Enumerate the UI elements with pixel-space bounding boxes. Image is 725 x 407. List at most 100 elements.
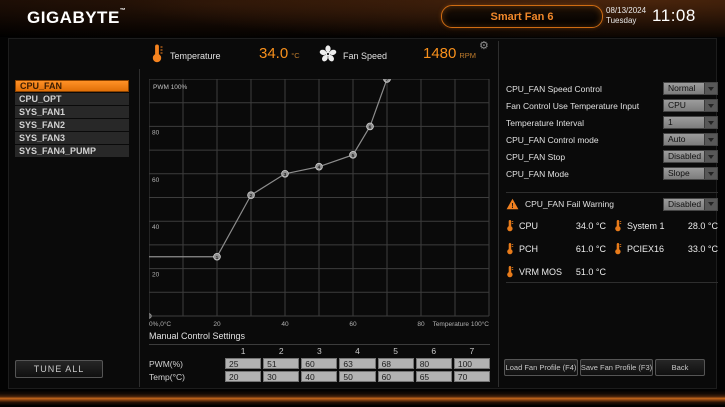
fan-list-item-sys-fan4-pump[interactable]: SYS_FAN4_PUMP [15,145,129,157]
temp-input-5[interactable]: 60 [378,371,414,382]
temp-input-6[interactable]: 65 [416,371,452,382]
column-header: 3 [301,346,337,356]
column-header: 7 [454,346,490,356]
pwm-input-2[interactable]: 51 [263,358,299,369]
x-tick-label: 60 [349,321,357,328]
fan-list-item-cpu-opt[interactable]: CPU_OPT [15,93,129,105]
load-fan-profile-button[interactable]: Load Fan Profile (F4) [504,359,578,376]
fan-curve-point-label: 1 [216,255,219,261]
fan-mode-dropdown[interactable]: Slope [663,167,718,180]
fan-list-item-sys-fan3[interactable]: SYS_FAN3 [15,132,129,144]
date-text: 08/13/2024 [606,6,646,16]
thermometer-icon [150,43,164,64]
fan-speed-value: 1480RPM [423,45,476,62]
temperature-input-dropdown[interactable]: CPU [663,99,718,112]
fan-list-item-sys-fan1[interactable]: SYS_FAN1 [15,106,129,118]
y-tick-label: 80 [152,129,160,136]
fan-curve-point-label: 6 [369,124,372,130]
pwm-input-6[interactable]: 80 [416,358,452,369]
fan-list: CPU_FAN CPU_OPT SYS_FAN1 SYS_FAN2 SYS_FA… [15,80,129,158]
fan-curve-line [149,79,387,257]
pwm-input-5[interactable]: 68 [378,358,414,369]
temp-input-1[interactable]: 20 [225,371,261,382]
speed-control-dropdown[interactable]: Normal [663,82,718,95]
chevron-down-icon [704,83,717,94]
x-axis-label: Temperature 100°C [433,320,490,328]
fan-icon [319,45,337,63]
fan-list-item-sys-fan2[interactable]: SYS_FAN2 [15,119,129,131]
smart-fan-6-screen: GIGABYTE™ Smart Fan 6 08/13/2024 Tuesday… [0,0,725,407]
chevron-down-icon [704,100,717,111]
temp-row-label: Temp(°C) [149,372,223,382]
y-tick-label: 60 [152,177,160,184]
chevron-down-icon [704,134,717,145]
gear-icon[interactable]: ⚙ [479,41,489,52]
fan-curve-point-label: 3 [284,172,287,178]
fan-curve-chart[interactable]: PWM 100% 80 60 40 20 0%,0°C 20 40 60 80 Temperatur… [149,79,490,329]
thermometer-icon [506,265,514,278]
column-header: 6 [416,346,452,356]
x-tick-label: 20 [213,321,221,328]
sensor-system-1: System 1 28.0 °C [614,214,718,237]
fail-warning-dropdown[interactable]: Disabled [663,198,718,211]
chevron-down-icon [704,151,717,162]
column-header: 1 [225,346,261,356]
thermometer-icon [506,242,514,255]
right-divider [498,41,499,387]
pwm-input-1[interactable]: 25 [225,358,261,369]
origin-label: 0%,0°C [149,320,171,328]
chevron-down-icon [704,117,717,128]
pwm-row-label: PWM(%) [149,359,223,369]
y-axis-top-label: PWM 100% [153,84,188,91]
setting-row-fan-mode: CPU_FAN Mode Slope [506,165,718,182]
temperature-label: Temperature [170,51,221,61]
sensor-cpu: CPU 34.0 °C [506,214,606,237]
setting-row-temperature-input: Fan Control Use Temperature Input CPU [506,97,718,114]
setting-row-temperature-interval: Temperature Interval 1 [506,114,718,131]
setting-row-fan-stop: CPU_FAN Stop Disabled [506,148,718,165]
manual-control-settings-table: 1 2 3 4 5 6 7 PWM(%) 25 51 60 63 68 80 1… [149,346,490,382]
x-tick-label: 80 [417,321,425,328]
sensor-vrm-mos: VRM MOS 51.0 °C [506,260,606,283]
fan-settings-panel: CPU_FAN Speed Control Normal Fan Control… [506,80,718,182]
fan-stop-dropdown[interactable]: Disabled [663,150,718,163]
fan-curve-point-label: 4 [318,165,321,171]
x-tick-label: 40 [281,321,289,328]
sensor-pciex16: PCIEX16 33.0 °C [614,237,718,260]
separator [506,282,718,283]
y-tick-label: 40 [152,224,160,231]
thermometer-icon [614,219,622,232]
temperature-interval-dropdown[interactable]: 1 [663,116,718,129]
fan-curve-point-label: 2 [250,193,253,199]
pwm-input-3[interactable]: 60 [301,358,337,369]
temperature-sensors: CPU 34.0 °C System 1 28.0 °C PCH 61.0 °C… [506,214,718,283]
chevron-down-icon [704,168,717,179]
warning-icon: ! [506,198,519,210]
tab-smart-fan-6[interactable]: Smart Fan 6 [441,5,603,28]
temp-input-7[interactable]: 70 [454,371,490,382]
y-tick-label: 20 [152,272,160,279]
sensor-pch: PCH 61.0 °C [506,237,606,260]
chevron-down-icon [704,199,717,210]
pwm-input-4[interactable]: 63 [339,358,375,369]
temp-input-2[interactable]: 30 [263,371,299,382]
back-button[interactable]: Back [655,359,705,376]
svg-text:!: ! [511,201,514,210]
origin-handle[interactable] [149,314,151,319]
temperature-value: 34.0°C [259,45,300,62]
pwm-input-7[interactable]: 100 [454,358,490,369]
temp-input-4[interactable]: 50 [339,371,375,382]
temp-input-3[interactable]: 40 [301,371,337,382]
control-mode-dropdown[interactable]: Auto [663,133,718,146]
fan-list-item-cpu-fan[interactable]: CPU_FAN [15,80,129,92]
left-divider [139,69,140,387]
save-fan-profile-button[interactable]: Save Fan Profile (F3) [580,359,653,376]
column-header: 4 [339,346,375,356]
main-panel: CPU_FAN CPU_OPT SYS_FAN1 SYS_FAN2 SYS_FA… [8,38,717,389]
clock-time: 11:08 [652,6,696,26]
fan-curve-svg[interactable]: PWM 100% 80 60 40 20 0%,0°C 20 40 60 80 Temperatur… [149,79,490,329]
fan-speed-label: Fan Speed [343,51,387,61]
datetime: 08/13/2024 Tuesday 11:08 [606,6,696,26]
gigabyte-logo: GIGABYTE™ [27,8,126,28]
tune-all-button[interactable]: TUNE ALL [15,360,103,378]
